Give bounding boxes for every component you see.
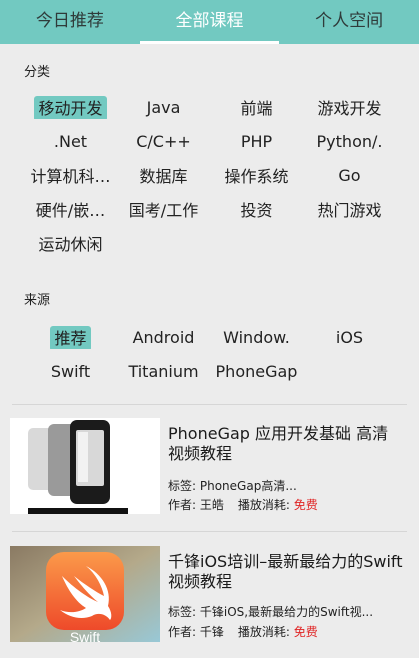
course-item-swift[interactable]: Swift 千锋iOS培训–最新最给力的Swift视频教程 标签: 千锋iOS,… — [10, 546, 410, 650]
category-grid: 移动开发 Java 前端 游戏开发 .Net C/C++ PHP Python/… — [24, 90, 396, 260]
source-phonegap[interactable]: PhoneGap — [210, 362, 303, 381]
category-java[interactable]: Java — [117, 98, 210, 117]
source-android[interactable]: Android — [117, 328, 210, 347]
category-database[interactable]: 数据库 — [117, 163, 210, 187]
course-item-phonegap[interactable]: PhoneGap 应用开发基础 高清视频教程 标签: PhoneGap高清...… — [10, 418, 410, 522]
category-section-label: 分类 — [24, 65, 51, 80]
source-titanium[interactable]: Titanium — [117, 362, 210, 381]
source-grid: 推荐 Android Window. iOS Swift Titanium Ph… — [24, 320, 396, 388]
category-investment[interactable]: 投资 — [210, 197, 303, 221]
course-author-cost: 作者: 王皓 播放消耗: 免费 — [168, 498, 318, 512]
course-thumbnail — [10, 418, 160, 514]
category-operating-system[interactable]: 操作系统 — [210, 163, 303, 187]
tab-today-recommend[interactable]: 今日推荐 — [0, 0, 140, 44]
category-sports-leisure[interactable]: 运动休闲 — [24, 231, 117, 255]
category-computer-science[interactable]: 计算机科… — [24, 163, 117, 187]
phonegap-phones-icon — [10, 418, 160, 514]
category-go[interactable]: Go — [303, 166, 396, 185]
source-ios[interactable]: iOS — [303, 328, 396, 347]
category-game-dev[interactable]: 游戏开发 — [303, 95, 396, 119]
divider — [12, 404, 407, 405]
source-windows[interactable]: Window. — [210, 328, 303, 347]
category-exam-work[interactable]: 国考/工作 — [117, 197, 210, 221]
source-swift[interactable]: Swift — [24, 362, 117, 381]
course-tags: 标签: PhoneGap高清... — [168, 479, 297, 493]
course-title: PhoneGap 应用开发基础 高清视频教程 — [168, 424, 389, 463]
category-hardware-embedded[interactable]: 硬件/嵌… — [24, 197, 117, 221]
course-author-cost: 作者: 千锋 播放消耗: 免费 — [168, 625, 318, 639]
category-c-cpp[interactable]: C/C++ — [117, 132, 210, 151]
tab-all-courses[interactable]: 全部课程 — [139, 0, 280, 44]
category-hot-games[interactable]: 热门游戏 — [303, 197, 396, 221]
category-dotnet[interactable]: .Net — [24, 132, 117, 151]
tab-personal-space[interactable]: 个人空间 — [279, 0, 419, 44]
course-tags: 标签: 千锋iOS,最新最给力的Swift视... — [168, 605, 374, 619]
swift-logo-icon: Swift — [10, 546, 160, 642]
source-section-label: 来源 — [24, 293, 51, 308]
course-title: 千锋iOS培训–最新最给力的Swift视频教程 — [168, 552, 403, 591]
swift-logo-text: Swift — [70, 629, 100, 642]
category-frontend[interactable]: 前端 — [210, 95, 303, 119]
category-python[interactable]: Python/. — [303, 132, 396, 151]
free-badge: 免费 — [293, 625, 318, 639]
category-php[interactable]: PHP — [210, 132, 303, 151]
category-mobile-dev[interactable]: 移动开发 — [24, 95, 117, 119]
source-recommend[interactable]: 推荐 — [24, 325, 117, 349]
free-badge: 免费 — [293, 498, 318, 512]
course-thumbnail: Swift — [10, 546, 160, 642]
tab-bar: 今日推荐 全部课程 个人空间 — [0, 0, 419, 44]
divider — [12, 531, 407, 532]
